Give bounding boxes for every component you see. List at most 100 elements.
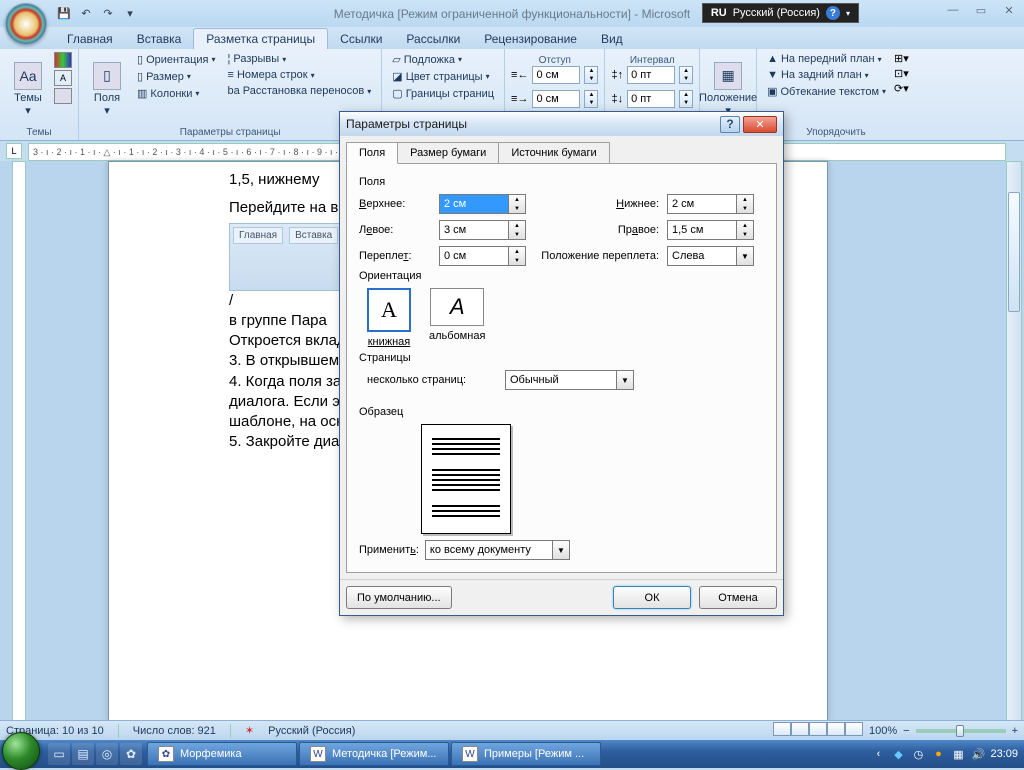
scrollbar-thumb[interactable] (1008, 192, 1020, 312)
tray-chevron-icon[interactable]: ‹ (870, 746, 886, 762)
bottom-margin-input[interactable]: ▲▼ (667, 194, 759, 214)
gutter-input[interactable]: ▲▼ (439, 246, 531, 266)
dialog-close-button[interactable]: ✕ (743, 116, 777, 133)
close-button[interactable]: ✕ (998, 2, 1020, 18)
chevron-down-icon[interactable]: ▼ (737, 246, 754, 266)
tray-icon[interactable]: ◷ (910, 746, 926, 762)
top-margin-input[interactable]: ▲▼ (439, 194, 531, 214)
apply-to-label: Применить: (359, 544, 419, 556)
columns-button[interactable]: ▥Колонки▾ (133, 86, 220, 101)
tab-selector[interactable]: L (6, 143, 22, 159)
themes-button[interactable]: AaТемы▾ (6, 52, 50, 126)
left-margin-input[interactable]: ▲▼ (439, 220, 531, 240)
vertical-scrollbar[interactable] (1006, 161, 1022, 722)
apply-to-combo[interactable]: ▼ (425, 540, 570, 560)
save-icon[interactable]: 💾 (55, 5, 73, 23)
word-count[interactable]: Число слов: 921 (133, 725, 216, 737)
view-buttons[interactable] (773, 722, 863, 739)
orientation-landscape[interactable]: Aальбомная (429, 288, 485, 348)
orientation-portrait[interactable]: Aкнижная (367, 288, 411, 348)
align-icon[interactable]: ⊞▾ (894, 52, 909, 65)
switch-windows-icon[interactable]: ▤ (72, 743, 94, 765)
tab-page-layout[interactable]: Разметка страницы (193, 28, 328, 49)
dialog-tab-source[interactable]: Источник бумаги (498, 142, 609, 164)
right-margin-input[interactable]: ▲▼ (667, 220, 759, 240)
zoom-level[interactable]: 100% (869, 725, 897, 737)
show-desktop-icon[interactable]: ▭ (48, 743, 70, 765)
borders-icon: ▢ (392, 87, 402, 100)
text-wrap-button[interactable]: ▣Обтекание текстом▾ (763, 84, 890, 99)
group-icon[interactable]: ⊡▾ (894, 67, 909, 80)
hyphenation-button[interactable]: baРасстановка переносов▾ (224, 84, 376, 98)
qat-more-icon[interactable]: ▾ (121, 5, 139, 23)
tab-references[interactable]: Ссылки (328, 29, 394, 49)
ql-app-icon[interactable]: ◎ (96, 743, 118, 765)
indent-right-spin[interactable]: ≡→▲▼ (511, 90, 598, 108)
language-status[interactable]: Русский (Россия) (268, 725, 355, 737)
tray-icon[interactable]: ◆ (890, 746, 906, 762)
language-badge[interactable]: RU Русский (Россия) ? ▾ (702, 3, 859, 23)
page-borders-button[interactable]: ▢Границы страниц (388, 86, 498, 101)
theme-fonts-icon[interactable]: A (54, 70, 72, 86)
task-button[interactable]: WМетодичка [Режим... (299, 742, 449, 766)
indent-left-spin[interactable]: ≡←▲▼ (511, 66, 598, 84)
theme-effects-icon[interactable] (54, 88, 72, 104)
send-back-button[interactable]: ▼На задний план▾ (763, 68, 890, 82)
page-color-button[interactable]: ◪Цвет страницы▾ (388, 69, 498, 84)
tray-icon[interactable]: ▦ (950, 746, 966, 762)
breaks-button[interactable]: ¦Разрывы▾ (224, 52, 376, 66)
dialog-help-button[interactable]: ? (720, 116, 740, 133)
gutter-pos-combo[interactable]: ▼ (667, 246, 759, 266)
tab-review[interactable]: Рецензирование (472, 29, 589, 49)
margins-button[interactable]: ▯Поля▾ (85, 52, 129, 126)
dialog-tab-fields[interactable]: Поля (346, 142, 398, 164)
spacing-after-spin[interactable]: ‡↓▲▼ (611, 90, 693, 108)
page-color-icon: ◪ (392, 70, 402, 83)
zoom-in-button[interactable]: + (1012, 725, 1018, 737)
chevron-down-icon[interactable]: ▼ (553, 540, 570, 560)
tab-insert[interactable]: Вставка (125, 29, 194, 49)
position-icon: ▦ (714, 62, 742, 90)
office-button[interactable] (5, 3, 47, 45)
default-button[interactable]: По умолчанию... (346, 586, 452, 609)
tab-view[interactable]: Вид (589, 29, 635, 49)
task-button[interactable]: ✿Морфемика (147, 742, 297, 766)
rotate-icon[interactable]: ⟳▾ (894, 82, 909, 95)
wrap-icon: ▣ (767, 85, 777, 98)
proofing-icon[interactable]: ✶ (245, 724, 254, 737)
ok-button[interactable]: ОК (613, 586, 691, 609)
orientation-button[interactable]: ▯Ориентация▾ (133, 52, 220, 67)
vertical-ruler[interactable] (12, 161, 26, 722)
zoom-knob[interactable] (956, 725, 964, 737)
dialog-titlebar[interactable]: Параметры страницы ? ✕ (340, 112, 783, 136)
zoom-slider[interactable] (916, 729, 1006, 733)
clock[interactable]: 23:09 (990, 748, 1018, 760)
task-button[interactable]: WПримеры [Режим ... (451, 742, 601, 766)
cancel-button[interactable]: Отмена (699, 586, 777, 609)
zoom-out-button[interactable]: − (903, 725, 909, 737)
volume-icon[interactable]: 🔊 (970, 746, 986, 762)
spacing-before-spin[interactable]: ‡↑▲▼ (611, 66, 693, 84)
dialog-tab-paper[interactable]: Размер бумаги (397, 142, 499, 164)
ql-app-icon[interactable]: ✿ (120, 743, 142, 765)
maximize-button[interactable]: ▭ (970, 2, 992, 18)
tab-home[interactable]: Главная (55, 29, 125, 49)
tray-icon[interactable]: ● (930, 746, 946, 762)
chevron-down-icon[interactable]: ▼ (617, 370, 634, 390)
chevron-down-icon[interactable]: ▾ (846, 9, 850, 18)
bring-front-button[interactable]: ▲На передний план▾ (763, 52, 890, 66)
help-icon[interactable]: ? (826, 6, 840, 20)
start-button[interactable] (2, 732, 40, 770)
dialog-tabs: Поля Размер бумаги Источник бумаги (340, 136, 783, 164)
size-button[interactable]: ▯Размер▾ (133, 69, 220, 84)
tab-mailings[interactable]: Рассылки (394, 29, 472, 49)
undo-icon[interactable]: ↶ (77, 5, 95, 23)
watermark-button[interactable]: ▱Подложка▾ (388, 52, 498, 67)
orientation-icon: ▯ (137, 53, 143, 66)
multi-pages-combo[interactable]: ▼ (505, 370, 634, 390)
line-numbers-button[interactable]: ≡Номера строк▾ (224, 68, 376, 82)
spacing-after-icon: ‡↓ (611, 93, 623, 105)
redo-icon[interactable]: ↷ (99, 5, 117, 23)
theme-colors-icon[interactable] (54, 52, 72, 68)
minimize-button[interactable]: — (942, 2, 964, 18)
